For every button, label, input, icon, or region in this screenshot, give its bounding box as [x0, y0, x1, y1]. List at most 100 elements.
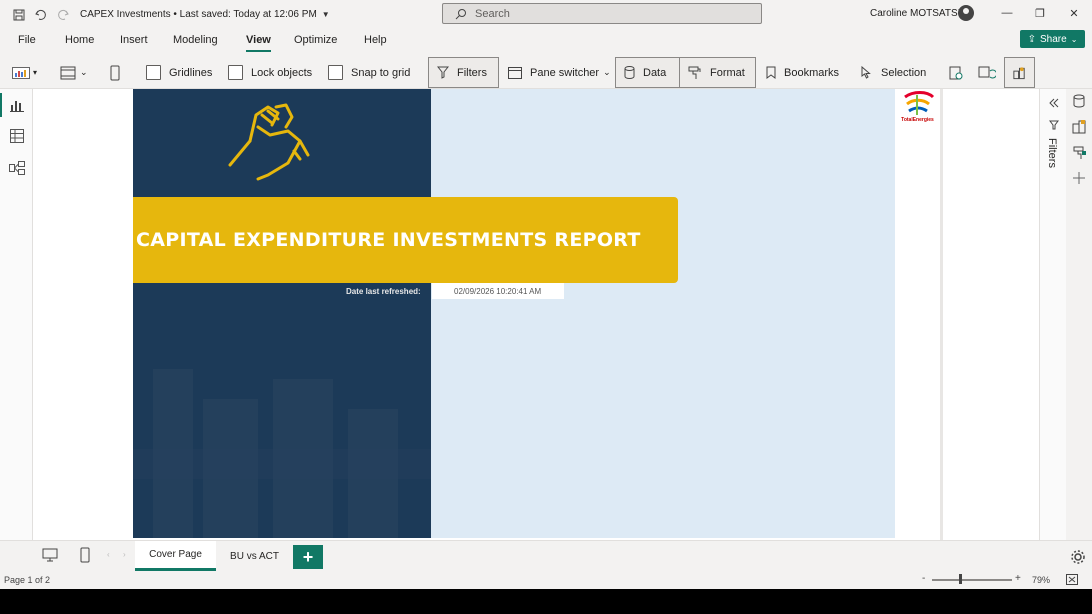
logo-text: TotalEnergies	[901, 117, 934, 123]
tab-cover-page[interactable]: Cover Page	[135, 541, 216, 571]
menu-help[interactable]: Help	[364, 34, 387, 46]
refresh-date-card[interactable]: 02/09/2026 10:20:41 AM	[432, 283, 564, 299]
window-title: CAPEX Investments • Last saved: Today at…	[80, 9, 317, 20]
refresh-label: Date last refreshed:	[346, 287, 421, 296]
desktop-layout-icon[interactable]	[42, 548, 58, 562]
screen-bottom-bar	[0, 589, 1092, 614]
pane-switcher-label: Pane switcher	[530, 66, 600, 79]
format-brush-icon	[688, 66, 702, 80]
format-brush-icon[interactable]	[1072, 145, 1087, 160]
bookmarks-label: Bookmarks	[784, 66, 840, 79]
performance-analyzer-button[interactable]	[948, 56, 964, 89]
chevron-down-icon: ⌄	[603, 67, 611, 77]
search-input[interactable]: Search	[442, 3, 762, 24]
pane-switcher-rail	[1066, 89, 1092, 540]
themes-icon	[12, 66, 30, 79]
avatar[interactable]	[958, 5, 974, 21]
page-view-button[interactable]: ⌄	[60, 56, 88, 89]
gridlines-checkbox[interactable]	[146, 65, 161, 80]
report-title-banner[interactable]: CAPITAL EXPENDITURE INVESTMENTS REPORT	[133, 197, 678, 283]
menu-home[interactable]: Home	[65, 34, 94, 46]
pane-switcher-icon	[508, 66, 522, 79]
chevron-left-icon[interactable]: ‹	[107, 550, 110, 559]
menu-optimize[interactable]: Optimize	[294, 34, 337, 46]
refresh-date-value: 02/09/2026 10:20:41 AM	[454, 286, 542, 296]
report-view-icon[interactable]	[0, 93, 25, 117]
lock-objects-label: Lock objects	[251, 66, 313, 79]
close-icon[interactable]: ✕	[1067, 6, 1081, 20]
model-view-icon[interactable]	[9, 160, 25, 176]
bookmarks-button[interactable]: Bookmarks	[766, 56, 839, 89]
tab-bu-vs-act[interactable]: BU vs ACT	[218, 541, 291, 571]
format-pane-button[interactable]: Format	[679, 57, 756, 88]
add-icon[interactable]	[1073, 172, 1085, 184]
chevron-down-icon: ▾	[33, 68, 38, 77]
lock-objects-toggle[interactable]: Lock objects	[228, 56, 312, 89]
data-label: Data	[643, 66, 667, 79]
save-icon[interactable]	[8, 4, 30, 26]
user-name: Caroline MOTSATSI	[870, 8, 961, 19]
personalize-visuals-button[interactable]	[1004, 57, 1035, 88]
status-bar: Page 1 of 2 - + 79%	[0, 571, 1092, 589]
mobile-layout-button[interactable]	[109, 56, 121, 89]
ribbon: ▾ ⌄ Gridlines Lock objects Snap to grid …	[0, 56, 1092, 89]
view-switcher-rail	[0, 89, 33, 540]
lock-objects-checkbox[interactable]	[228, 65, 243, 80]
chevron-right-icon[interactable]: ›	[123, 550, 126, 559]
data-pane-button[interactable]: Data	[615, 57, 680, 88]
company-logo: TotalEnergies	[896, 89, 939, 131]
snap-to-grid-toggle[interactable]: Snap to grid	[328, 56, 410, 89]
restore-icon[interactable]: ❐	[1033, 6, 1047, 20]
minimize-icon[interactable]: —	[1000, 6, 1014, 20]
page-tabs-bar: ‹ › Cover Page BU vs ACT +	[0, 540, 1092, 571]
themes-button[interactable]: ▾	[12, 56, 37, 89]
pane-switcher-button[interactable]: Pane switcher ⌄	[508, 56, 611, 89]
report-title: CAPITAL EXPENDITURE INVESTMENTS REPORT	[136, 229, 641, 251]
mobile-icon	[110, 65, 120, 80]
format-label: Format	[710, 66, 745, 79]
search-placeholder: Search	[475, 7, 510, 20]
zoom-in-icon[interactable]: +	[1015, 573, 1021, 584]
title-caret-icon[interactable]: ▼	[322, 10, 330, 19]
selection-icon	[860, 66, 873, 79]
fit-to-page-icon[interactable]	[1066, 574, 1078, 585]
zoom-slider[interactable]	[932, 579, 1012, 581]
selection-button[interactable]: Selection	[860, 56, 926, 89]
chevron-down-icon: ⌄	[80, 67, 88, 77]
page-info: Page 1 of 2	[4, 575, 51, 585]
share-button[interactable]: ⇪ Share ⌄	[1020, 30, 1085, 48]
database-icon[interactable]	[1073, 94, 1085, 108]
zoom-out-icon[interactable]: -	[922, 573, 925, 584]
selection-label: Selection	[881, 66, 927, 79]
redo-icon[interactable]	[52, 4, 74, 26]
visualizations-icon[interactable]	[1072, 119, 1087, 134]
sync-slicers-button[interactable]	[978, 56, 996, 89]
filters-label: Filters	[457, 66, 487, 79]
undo-icon[interactable]	[30, 4, 52, 26]
report-page	[133, 89, 895, 538]
filters-pane-label[interactable]: Filters	[1046, 138, 1058, 168]
filter-icon	[437, 66, 449, 79]
expand-pane-icon[interactable]	[1048, 97, 1060, 109]
menu-insert[interactable]: Insert	[120, 34, 148, 46]
gear-icon[interactable]	[1070, 549, 1086, 565]
snap-to-grid-label: Snap to grid	[351, 66, 411, 79]
table-view-icon[interactable]	[9, 128, 25, 144]
filters-button[interactable]: Filters	[428, 57, 499, 88]
menu-bar: File Home Insert Modeling View Optimize …	[0, 29, 1092, 56]
menu-view[interactable]: View	[246, 34, 271, 52]
canvas-scrollbar[interactable]	[940, 89, 943, 540]
menu-file[interactable]: File	[18, 34, 36, 46]
bookmark-icon	[766, 66, 776, 79]
mobile-icon[interactable]	[80, 547, 90, 563]
zoom-slider-thumb[interactable]	[959, 574, 962, 584]
page-view-icon	[60, 66, 76, 79]
add-page-button[interactable]: +	[293, 545, 323, 569]
database-icon	[624, 66, 635, 79]
menu-modeling[interactable]: Modeling	[173, 34, 218, 46]
gridlines-toggle[interactable]: Gridlines	[146, 56, 212, 89]
personalize-visuals-icon	[1013, 66, 1025, 79]
zoom-level: 79%	[1032, 575, 1051, 585]
chevron-down-icon: ⌄	[1070, 34, 1078, 44]
snap-to-grid-checkbox[interactable]	[328, 65, 343, 80]
